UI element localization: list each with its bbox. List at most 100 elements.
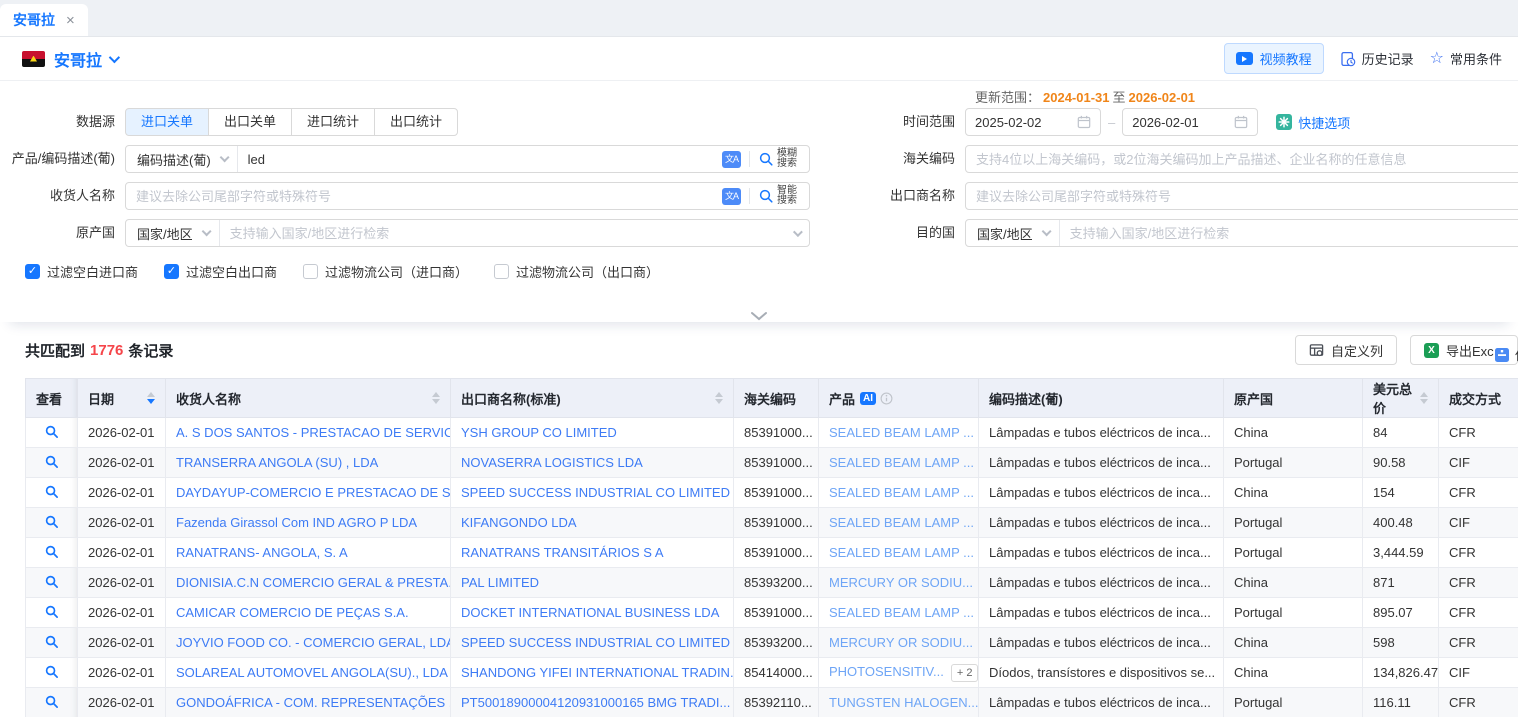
smart-search-button[interactable]: 智能搜索: [758, 186, 800, 206]
consignee-input[interactable]: [126, 183, 713, 209]
product-link[interactable]: SEALED BEAM LAMP ...: [829, 485, 974, 500]
consignee-link[interactable]: A. S DOS SANTOS - PRESTACAO DE SERVIC...: [176, 425, 451, 440]
favorite-conditions-button[interactable]: ☆ 常用条件: [1430, 49, 1502, 68]
view-record-button[interactable]: [44, 574, 59, 589]
country-selector-label[interactable]: 安哥拉: [54, 47, 102, 71]
close-icon[interactable]: ×: [66, 13, 75, 28]
origin-country-input[interactable]: [220, 220, 784, 246]
sort-asc-icon[interactable]: [1420, 392, 1428, 397]
sort-desc-icon[interactable]: [432, 399, 440, 404]
save-conditions-button[interactable]: 保存条件: [1494, 345, 1518, 364]
chevron-down-icon[interactable]: [793, 227, 803, 237]
page-tab-angola[interactable]: 安哥拉 ×: [0, 4, 88, 36]
filter-checkbox-4[interactable]: 过滤物流公司（出口商）: [494, 262, 659, 281]
product-link[interactable]: SEALED BEAM LAMP ...: [829, 605, 974, 620]
code-description-cell: Lâmpadas e tubos eléctricos de inca...: [979, 508, 1224, 538]
datasource-tab-2[interactable]: 出口关单: [208, 108, 292, 136]
exporter-link[interactable]: RANATRANS TRANSITÁRIOS S A: [461, 545, 664, 560]
consignee-link[interactable]: TRANSERRA ANGOLA (SU) , LDA: [176, 455, 378, 470]
view-record-button[interactable]: [44, 544, 59, 559]
product-cell: PHOTOSENSITIV... + 2: [819, 658, 979, 688]
exporter-input[interactable]: [966, 183, 1518, 209]
consignee-link[interactable]: CAMICAR COMERCIO DE PEÇAS S.A.: [176, 605, 409, 620]
date-from-input[interactable]: 2025-02-02: [965, 108, 1101, 136]
sort-asc-icon[interactable]: [432, 392, 440, 397]
checkbox-checked-icon[interactable]: ✓: [164, 264, 179, 279]
exporter-link[interactable]: PAL LIMITED: [461, 575, 539, 590]
sort-control[interactable]: [1414, 392, 1428, 404]
consignee-link[interactable]: SOLAREAL AUTOMOVEL ANGOLA(SU)., LDA: [176, 665, 448, 680]
sort-asc-icon[interactable]: [715, 392, 723, 397]
product-link[interactable]: PHOTOSENSITIV...: [829, 664, 944, 679]
view-record-button[interactable]: [44, 454, 59, 469]
exporter-link[interactable]: SPEED SUCCESS INDUSTRIAL CO LIMITED: [461, 635, 730, 650]
exporter-link[interactable]: PT50018900004120931000165 BMG TRADI...: [461, 695, 730, 710]
product-link[interactable]: MERCURY OR SODIU...: [829, 635, 973, 650]
exporter-link[interactable]: YSH GROUP CO LIMITED: [461, 425, 617, 440]
destination-country-select[interactable]: 国家/地区: [966, 220, 1060, 246]
product-link[interactable]: SEALED BEAM LAMP ...: [829, 425, 974, 440]
exporter-link[interactable]: SPEED SUCCESS INDUSTRIAL CO LIMITED: [461, 485, 730, 500]
origin-country-select[interactable]: 国家/地区: [126, 220, 220, 246]
sort-asc-icon[interactable]: [147, 392, 155, 397]
consignee-link[interactable]: Fazenda Girassol Com IND AGRO P LDA: [176, 515, 417, 530]
date-to-input[interactable]: 2026-02-01: [1122, 108, 1258, 136]
product-field-select[interactable]: 编码描述(葡): [126, 146, 238, 172]
checkbox-checked-icon[interactable]: ✓: [25, 264, 40, 279]
view-record-button[interactable]: [44, 634, 59, 649]
hs-code-cell: 85392110...: [734, 688, 819, 717]
sort-desc-icon[interactable]: [1420, 399, 1428, 404]
datasource-tab-3[interactable]: 进口统计: [291, 108, 375, 136]
consignee-link[interactable]: RANATRANS- ANGOLA, S. A: [176, 545, 348, 560]
sort-desc-icon[interactable]: [147, 399, 155, 404]
sort-desc-icon[interactable]: [715, 399, 723, 404]
checkbox-unchecked-icon[interactable]: [494, 264, 509, 279]
product-link[interactable]: SEALED BEAM LAMP ...: [829, 545, 974, 560]
exporter-link[interactable]: KIFANGONDO LDA: [461, 515, 577, 530]
sort-control[interactable]: [141, 392, 155, 404]
exporter-link[interactable]: SHANDONG YIFEI INTERNATIONAL TRADIN...: [461, 665, 734, 680]
column-header-6: 产品AI: [819, 379, 979, 418]
destination-country-input[interactable]: [1060, 220, 1518, 246]
translate-icon[interactable]: 文A: [722, 188, 741, 205]
exporter-link[interactable]: NOVASERRA LOGISTICS LDA: [461, 455, 643, 470]
checkbox-unchecked-icon[interactable]: [303, 264, 318, 279]
view-record-button[interactable]: [44, 694, 59, 709]
product-link[interactable]: SEALED BEAM LAMP ...: [829, 515, 974, 530]
view-record-button[interactable]: [44, 484, 59, 499]
filter-checkbox-3[interactable]: 过滤物流公司（进口商）: [303, 262, 468, 281]
info-icon[interactable]: [880, 392, 893, 405]
view-record-button[interactable]: [44, 604, 59, 619]
video-tutorial-button[interactable]: 视频教程: [1224, 43, 1324, 74]
chevron-down-icon[interactable]: [109, 51, 120, 62]
product-search-input[interactable]: [238, 146, 713, 172]
hs-code-cell: 85414000...: [734, 658, 819, 688]
translate-icon[interactable]: 文A: [722, 151, 741, 168]
chevron-down-icon: [1041, 226, 1051, 236]
sort-control[interactable]: [426, 392, 440, 404]
consignee-link[interactable]: JOYVIO FOOD CO. - COMERCIO GERAL, LDA: [176, 635, 451, 650]
more-products-badge[interactable]: + 2: [951, 664, 979, 682]
filter-checkbox-2[interactable]: ✓过滤空白出口商: [164, 262, 277, 281]
consignee-link[interactable]: DIONISIA.C.N COMERCIO GERAL & PRESTA...: [176, 575, 451, 590]
filter-checkbox-1[interactable]: ✓过滤空白进口商: [25, 262, 138, 281]
datasource-tab-1[interactable]: 进口关单: [125, 108, 209, 136]
consignee-link[interactable]: GONDOÁFRICA - COM. REPRESENTAÇÕES ...: [176, 695, 451, 710]
view-record-button[interactable]: [44, 514, 59, 529]
collapse-filter-button[interactable]: [750, 311, 768, 321]
customize-columns-button[interactable]: 自定义列: [1295, 335, 1397, 365]
datasource-tab-4[interactable]: 出口统计: [374, 108, 458, 136]
product-link[interactable]: SEALED BEAM LAMP ...: [829, 455, 974, 470]
consignee-link[interactable]: DAYDAYUP-COMERCIO E PRESTACAO DE S...: [176, 485, 451, 500]
quick-options-button[interactable]: 快捷选项: [1276, 113, 1350, 132]
hs-code-input[interactable]: [966, 146, 1518, 172]
exporter-link[interactable]: DOCKET INTERNATIONAL BUSINESS LDA: [461, 605, 719, 620]
sort-control[interactable]: [709, 392, 723, 404]
history-button[interactable]: 历史记录: [1340, 49, 1414, 68]
view-record-button[interactable]: [44, 424, 59, 439]
view-record-button[interactable]: [44, 664, 59, 679]
product-link[interactable]: MERCURY OR SODIU...: [829, 575, 973, 590]
product-link[interactable]: TUNGSTEN HALOGEN...: [829, 695, 979, 710]
date-cell: 2026-02-01: [78, 508, 166, 538]
fuzzy-search-button[interactable]: 模糊搜索: [758, 149, 800, 169]
